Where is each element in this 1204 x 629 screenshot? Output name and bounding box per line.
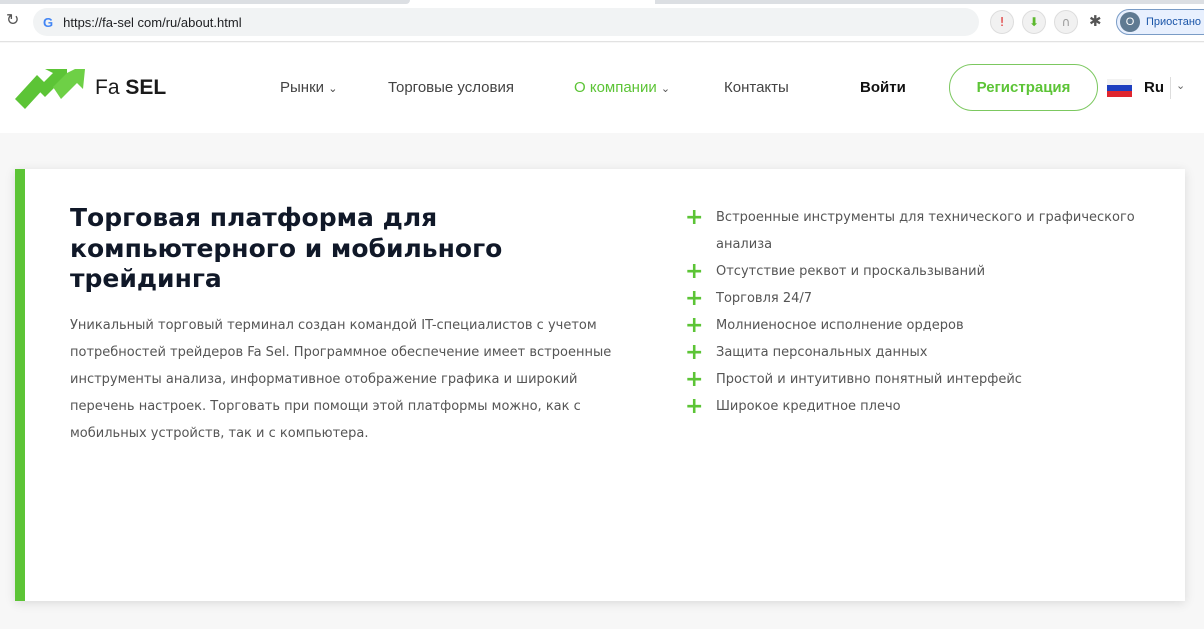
chevron-down-icon: ⌄ (328, 83, 338, 95)
download-icon[interactable]: ⬇ (1022, 10, 1046, 34)
feature-text: Торговля 24/7 (716, 291, 813, 306)
language-selector[interactable]: Ru (1144, 79, 1164, 96)
pin-icon[interactable]: ! (990, 10, 1014, 34)
feature-text: Встроенные инструменты для технического … (716, 210, 1135, 252)
feature-text: Широкое кредитное плечо (716, 399, 901, 414)
list-item: + Встроенные инструменты для технического… (685, 204, 1155, 258)
google-icon: G (43, 14, 54, 30)
list-item: + Молниеносное исполнение ордеров (685, 312, 1155, 339)
page-title: Торговая платформа для компьютерного и м… (70, 203, 503, 293)
plus-icon: + (685, 259, 704, 284)
avatar: O (1120, 12, 1140, 32)
platform-card: Торговая платформа для компьютерного и м… (15, 169, 1185, 601)
login-link[interactable]: Войти (860, 79, 906, 96)
list-item: + Защита персональных данных (685, 339, 1155, 366)
plus-icon: + (685, 205, 704, 230)
plus-icon: + (685, 340, 704, 365)
chevron-down-icon: ⌄ (660, 83, 671, 95)
feature-text: Простой и интуитивно понятный интерфейс (716, 372, 1022, 387)
profile-label: Приостано (1146, 16, 1202, 28)
list-item: + Торговля 24/7 (685, 285, 1155, 312)
nav-about[interactable]: О компании ⌄ (574, 79, 670, 96)
address-bar[interactable]: G https://fa-sel com/ru/about.html (33, 8, 979, 36)
divider (1170, 77, 1171, 99)
plus-icon: + (685, 394, 704, 419)
browser-tab[interactable] (655, 0, 1204, 4)
register-button[interactable]: Регистрация (949, 64, 1098, 111)
arch-icon[interactable]: ∩ (1054, 10, 1078, 34)
list-item: + Широкое кредитное плечо (685, 393, 1155, 420)
profile-button[interactable]: O Приостано (1116, 9, 1204, 35)
list-item: + Отсутствие реквот и проскальзываний (685, 258, 1155, 285)
feature-text: Отсутствие реквот и проскальзываний (716, 264, 986, 279)
nav-trading-conditions[interactable]: Торговые условия (388, 79, 514, 96)
url-text[interactable]: https://fa-sel com/ru/about.html (63, 15, 241, 30)
puzzle-icon[interactable]: ✱ (1089, 12, 1102, 30)
browser-toolbar: ↻ G https://fa-sel com/ru/about.html ! ⬇… (0, 0, 1204, 42)
reload-icon[interactable]: ↻ (6, 10, 19, 29)
list-item: + Простой и интуитивно понятный интерфейс (685, 366, 1155, 393)
nav-markets[interactable]: Рынки ⌄ (280, 79, 337, 96)
plus-icon: + (685, 313, 704, 338)
feature-list: + Встроенные инструменты для технического… (685, 204, 1155, 420)
chevron-down-icon[interactable]: ⌄ (1176, 79, 1185, 92)
feature-text: Молниеносное исполнение ордеров (716, 318, 964, 333)
brand-name[interactable]: Fa SEL (95, 76, 166, 100)
russia-flag-icon[interactable] (1107, 79, 1132, 97)
browser-tab[interactable] (0, 0, 410, 4)
plus-icon: + (685, 367, 704, 392)
site-header: Fa SEL Рынки ⌄ Торговые условия О компан… (0, 43, 1204, 133)
logo-icon[interactable] (15, 67, 85, 109)
feature-text: Защита персональных данных (716, 345, 928, 360)
plus-icon: + (685, 286, 704, 311)
platform-description: Уникальный торговый терминал создан кома… (70, 318, 612, 441)
nav-contacts[interactable]: Контакты (724, 79, 789, 96)
